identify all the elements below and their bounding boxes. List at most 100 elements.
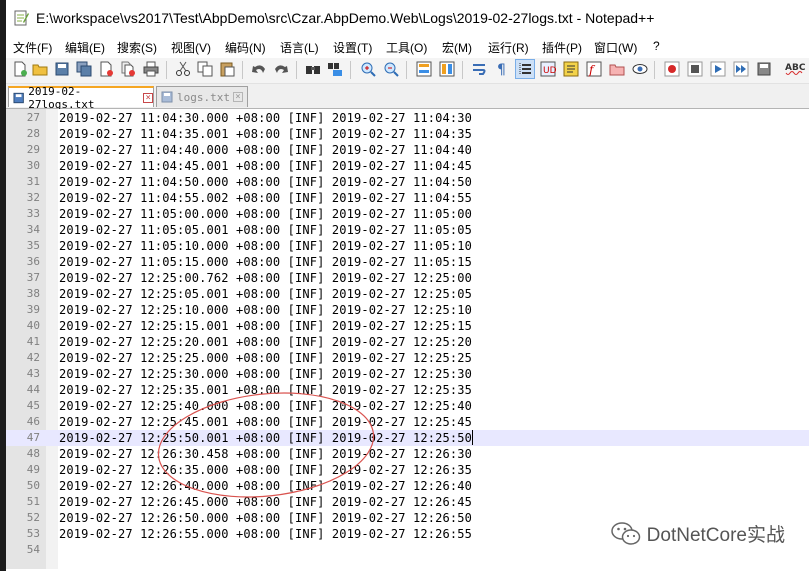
line-number: 35 — [26, 239, 40, 252]
menu-edit[interactable]: 编辑(E) — [65, 39, 105, 56]
line-number: 40 — [26, 319, 40, 332]
editor-line[interactable]: 42 2019-02-27 12:25:25.000 +08:00 [INF] 2… — [6, 350, 809, 366]
spell-check-icon[interactable]: ABC — [784, 60, 806, 78]
menu-window[interactable]: 窗口(W) — [594, 39, 637, 56]
document-map-icon[interactable] — [562, 60, 580, 78]
menu-encoding[interactable]: 编码(N) — [225, 39, 266, 56]
menu-plugins[interactable]: 插件(P) — [542, 39, 582, 56]
editor-line[interactable]: 39 2019-02-27 12:25:10.000 +08:00 [INF] 2… — [6, 302, 809, 318]
editor-line[interactable]: 45 2019-02-27 12:25:40.000 +08:00 [INF] 2… — [6, 398, 809, 414]
editor-line[interactable]: 38 2019-02-27 12:25:05.001 +08:00 [INF] 2… — [6, 286, 809, 302]
title-bar[interactable]: E:\workspace\vs2017\Test\AbpDemo\src\Cza… — [6, 0, 809, 36]
line-number: 52 — [26, 511, 40, 524]
sync-vertical-icon[interactable] — [415, 60, 433, 78]
tab-label: 2019-02-27logs.txt — [28, 84, 95, 111]
editor-line[interactable]: 27 2019-02-27 11:04:30.000 +08:00 [INF] 2… — [6, 110, 809, 126]
editor-line[interactable]: 33 2019-02-27 11:05:00.000 +08:00 [INF] 2… — [6, 206, 809, 222]
editor-line[interactable]: 28 2019-02-27 11:04:35.001 +08:00 [INF] 2… — [6, 126, 809, 142]
close-file-icon[interactable] — [97, 60, 115, 78]
line-text: 2019-02-27 11:04:40.000 +08:00 [INF] 201… — [59, 143, 472, 157]
copy-icon[interactable] — [196, 60, 214, 78]
paste-icon[interactable] — [218, 60, 236, 78]
tab-logs[interactable]: logs.txt × — [156, 86, 248, 107]
save-macro-icon[interactable] — [755, 60, 773, 78]
menu-tools[interactable]: 工具(O) — [386, 39, 427, 56]
menu-search[interactable]: 搜索(S) — [117, 39, 157, 56]
find-icon[interactable] — [304, 60, 322, 78]
line-number: 49 — [26, 463, 40, 476]
line-text: 2019-02-27 12:25:05.001 +08:00 [INF] 201… — [59, 287, 472, 301]
zoom-out-icon[interactable] — [382, 60, 400, 78]
menu-help[interactable]: ? — [653, 39, 660, 53]
editor-line[interactable]: 44 2019-02-27 12:25:35.001 +08:00 [INF] 2… — [6, 382, 809, 398]
watermark-text: DotNetCore实战 — [646, 525, 785, 546]
line-number: 43 — [26, 367, 40, 380]
editor-line[interactable]: 48 2019-02-27 12:26:30.458 +08:00 [INF] 2… — [6, 446, 809, 462]
editor-line[interactable]: 41 2019-02-27 12:25:20.001 +08:00 [INF] 2… — [6, 334, 809, 350]
menu-view[interactable]: 视图(V) — [171, 39, 211, 56]
cut-icon[interactable] — [174, 60, 192, 78]
editor-line[interactable]: 29 2019-02-27 11:04:40.000 +08:00 [INF] 2… — [6, 142, 809, 158]
monitoring-icon[interactable] — [631, 60, 649, 78]
line-number: 29 — [26, 143, 40, 156]
show-all-chars-icon[interactable]: ¶ — [492, 60, 510, 78]
wechat-icon — [610, 521, 640, 545]
new-file-icon[interactable] — [11, 60, 29, 78]
word-wrap-icon[interactable] — [470, 60, 488, 78]
folder-workspace-icon[interactable] — [608, 60, 626, 78]
tab-2019-02-27logs[interactable]: 2019-02-27logs.txt × — [8, 85, 154, 111]
redo-icon[interactable] — [272, 60, 290, 78]
save-icon[interactable] — [53, 60, 71, 78]
tab-bar: 2019-02-27logs.txt × logs.txt × — [6, 84, 809, 111]
watermark: DotNetCore实战 — [610, 520, 785, 547]
stop-record-icon[interactable] — [686, 60, 704, 78]
menu-run[interactable]: 运行(R) — [488, 39, 529, 56]
user-defined-language-icon[interactable]: UD — [539, 60, 557, 78]
editor-line[interactable]: 32 2019-02-27 11:04:55.002 +08:00 [INF] 2… — [6, 190, 809, 206]
toolbar-separator — [350, 61, 351, 79]
editor-line[interactable]: 36 2019-02-27 11:05:15.000 +08:00 [INF] 2… — [6, 254, 809, 270]
replace-icon[interactable] — [326, 60, 344, 78]
indent-guide-icon[interactable] — [515, 59, 535, 79]
play-macro-icon[interactable] — [709, 60, 727, 78]
record-macro-icon[interactable] — [663, 60, 681, 78]
editor-line[interactable]: 35 2019-02-27 11:05:10.000 +08:00 [INF] 2… — [6, 238, 809, 254]
editor-line[interactable]: 50 2019-02-27 12:26:40.000 +08:00 [INF] 2… — [6, 478, 809, 494]
menu-macro[interactable]: 宏(M) — [442, 39, 472, 56]
line-text: 2019-02-27 12:25:25.000 +08:00 [INF] 201… — [59, 351, 472, 365]
editor-line[interactable]: 34 2019-02-27 11:05:05.001 +08:00 [INF] 2… — [6, 222, 809, 238]
tab-close-icon[interactable]: × — [143, 92, 154, 103]
menu-settings[interactable]: 设置(T) — [333, 39, 372, 56]
open-file-icon[interactable] — [31, 60, 49, 78]
line-number: 41 — [26, 335, 40, 348]
editor-line[interactable]: 40 2019-02-27 12:25:15.001 +08:00 [INF] 2… — [6, 318, 809, 334]
line-number: 36 — [26, 255, 40, 268]
save-all-icon[interactable] — [75, 60, 93, 78]
print-icon[interactable] — [142, 60, 160, 78]
line-number: 51 — [26, 495, 40, 508]
editor-line[interactable]: 49 2019-02-27 12:26:35.000 +08:00 [INF] 2… — [6, 462, 809, 478]
undo-icon[interactable] — [250, 60, 268, 78]
function-list-icon[interactable]: f — [585, 60, 603, 78]
toolbar-separator — [406, 61, 407, 79]
editor-line[interactable]: 47 2019-02-27 12:25:50.001 +08:00 [INF] 2… — [6, 430, 809, 446]
zoom-in-icon[interactable] — [359, 60, 377, 78]
line-number: 27 — [26, 111, 40, 124]
editor-line[interactable]: 46 2019-02-27 12:25:45.001 +08:00 [INF] 2… — [6, 414, 809, 430]
editor-line[interactable]: 31 2019-02-27 11:04:50.000 +08:00 [INF] 2… — [6, 174, 809, 190]
menu-file[interactable]: 文件(F) — [13, 39, 52, 56]
editor-line[interactable]: 37 2019-02-27 12:25:00.762 +08:00 [INF] 2… — [6, 270, 809, 286]
close-all-icon[interactable] — [119, 60, 137, 78]
run-macro-multiple-icon[interactable] — [732, 60, 750, 78]
toolbar-separator — [654, 61, 655, 79]
sync-horizontal-icon[interactable] — [438, 60, 456, 78]
editor-line[interactable]: 51 2019-02-27 12:26:45.000 +08:00 [INF] 2… — [6, 494, 809, 510]
text-editor[interactable]: 27 2019-02-27 11:04:30.000 +08:00 [INF] 2… — [6, 109, 809, 569]
editor-line[interactable]: 30 2019-02-27 11:04:45.001 +08:00 [INF] 2… — [6, 158, 809, 174]
editor-line[interactable]: 43 2019-02-27 12:25:30.000 +08:00 [INF] 2… — [6, 366, 809, 382]
line-text: 2019-02-27 11:04:30.000 +08:00 [INF] 201… — [59, 111, 472, 125]
line-text: 2019-02-27 12:26:55.000 +08:00 [INF] 201… — [59, 527, 472, 541]
menu-language[interactable]: 语言(L) — [280, 39, 319, 56]
line-number: 42 — [26, 351, 40, 364]
tab-close-icon[interactable]: × — [232, 92, 243, 102]
